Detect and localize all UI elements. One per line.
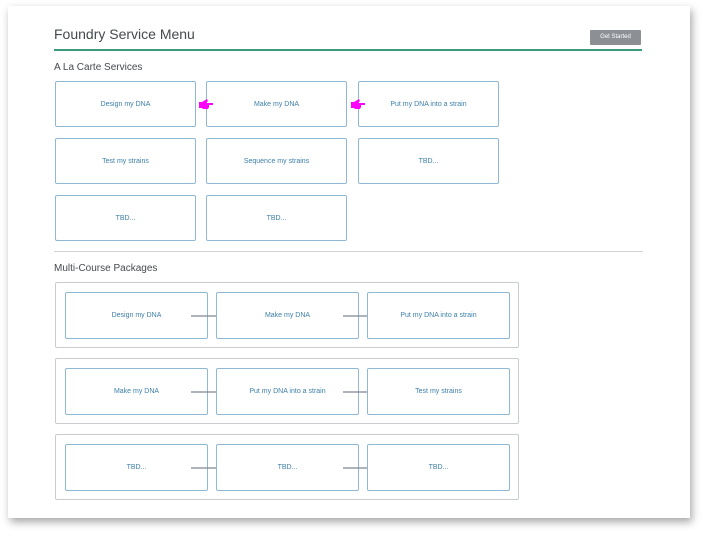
package-step[interactable]: TBD...: [216, 444, 359, 491]
tile-sequence-my-strains[interactable]: Sequence my strains: [206, 138, 347, 184]
package-step[interactable]: Test my strains: [367, 368, 510, 415]
a-la-carte-heading: A La Carte Services: [54, 62, 143, 73]
package-step[interactable]: Make my DNA: [216, 292, 359, 339]
package-step[interactable]: Put my DNA into a strain: [216, 368, 359, 415]
tile-test-my-strains[interactable]: Test my strains: [55, 138, 196, 184]
header-divider: [54, 49, 642, 51]
package-step[interactable]: TBD...: [65, 444, 208, 491]
package-step[interactable]: TBD...: [367, 444, 510, 491]
tile-design-my-dna[interactable]: Design my DNA: [55, 81, 196, 127]
tile-tbd[interactable]: TBD...: [55, 195, 196, 241]
package-row[interactable]: Design my DNA Make my DNA Put my DNA int…: [55, 282, 519, 348]
tile-tbd[interactable]: TBD...: [206, 195, 347, 241]
package-step[interactable]: Make my DNA: [65, 368, 208, 415]
tile-tbd[interactable]: TBD...: [358, 138, 499, 184]
section-divider: [54, 251, 643, 252]
packages-heading: Multi-Course Packages: [54, 263, 158, 274]
package-row[interactable]: TBD... TBD... TBD...: [55, 434, 519, 500]
package-step[interactable]: Put my DNA into a strain: [367, 292, 510, 339]
tile-make-my-dna[interactable]: Make my DNA: [206, 81, 347, 127]
get-started-button[interactable]: Get Started: [590, 30, 641, 45]
pointing-hand-icon: [351, 99, 365, 109]
package-step[interactable]: Design my DNA: [65, 292, 208, 339]
tile-put-dna-into-strain[interactable]: Put my DNA into a strain: [358, 81, 499, 127]
page-title: Foundry Service Menu: [54, 26, 195, 42]
pointing-hand-icon: [199, 99, 213, 109]
package-row[interactable]: Make my DNA Put my DNA into a strain Tes…: [55, 358, 519, 424]
service-menu-page: Foundry Service Menu Get Started A La Ca…: [8, 6, 690, 518]
